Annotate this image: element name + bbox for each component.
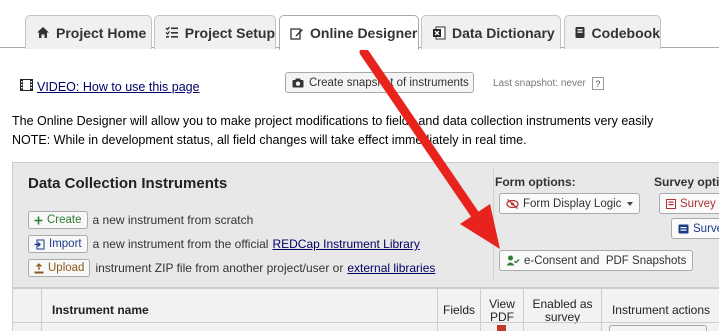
list-icon (666, 198, 676, 209)
enabled-survey-header: Enabled as survey (524, 289, 602, 331)
fields-header: Fields (438, 289, 481, 331)
survey-option-label-2: Survey (693, 222, 719, 235)
survey-settings-icon (678, 224, 689, 234)
intro-line-1: The Online Designer will allow you to ma… (12, 114, 654, 128)
upload-row: Upload instrument ZIP file from another … (28, 259, 435, 277)
econsent-button[interactable]: e-Consent and PDF Snapshots (499, 250, 694, 271)
survey-options-label: Survey opti (654, 175, 719, 189)
upload-button-label: Upload (48, 262, 85, 274)
instruments-panel: Data Collection Instruments Create a new… (12, 162, 719, 288)
panel-title: Data Collection Instruments (28, 175, 228, 192)
tab-label: Codebook (591, 24, 660, 41)
film-icon (20, 79, 33, 94)
form-display-logic-button[interactable]: Form Display Logic (499, 193, 641, 214)
intro-text: The Online Designer will allow you to ma… (12, 112, 653, 150)
survey-option-label-1: Survey (680, 197, 716, 210)
upload-instrument-button[interactable]: Upload (28, 259, 91, 277)
tab-project-setup[interactable]: Project Setup (154, 15, 276, 49)
plus-icon (34, 216, 43, 225)
upload-icon (34, 262, 44, 274)
instrument-actions-button[interactable] (609, 325, 707, 331)
tab-project-home[interactable]: Project Home (25, 15, 152, 49)
external-libraries-link[interactable]: external libraries (347, 261, 435, 275)
create-button-label: Create (47, 214, 82, 226)
chevron-down-icon (627, 201, 634, 206)
survey-option-button-2[interactable]: Survey (671, 218, 719, 239)
table-row-divider (12, 322, 719, 323)
create-text: a new instrument from scratch (92, 213, 254, 227)
excel-icon (431, 26, 447, 40)
drag-column-header (13, 289, 42, 331)
camera-icon (292, 78, 304, 88)
form-display-logic-label: Form Display Logic (523, 197, 622, 210)
import-icon (34, 239, 45, 250)
create-snapshot-label: Create snapshot of instruments (309, 76, 469, 89)
book-icon (574, 26, 587, 40)
form-options-label: Form options: (495, 175, 576, 189)
video-link[interactable]: VIDEO: How to use this page (20, 79, 200, 94)
tab-label: Project Setup (184, 24, 275, 41)
upload-text: instrument ZIP file from another project… (95, 261, 344, 275)
home-icon (35, 26, 51, 40)
help-button[interactable]: ? (591, 77, 604, 90)
tab-codebook[interactable]: Codebook (564, 15, 661, 49)
checklist-icon (164, 26, 180, 40)
import-row: Import a new instrument from the officia… (28, 235, 420, 253)
econsent-label: e-Consent and PDF Snapshots (524, 254, 687, 267)
tab-online-designer[interactable]: Online Designer (279, 15, 419, 50)
eye-slash-icon (506, 198, 519, 209)
edit-icon (289, 26, 305, 40)
import-instrument-button[interactable]: Import (28, 235, 88, 253)
intro-line-2: NOTE: While in development status, all f… (12, 133, 527, 147)
create-row: Create a new instrument from scratch (28, 211, 253, 229)
instrument-library-link[interactable]: REDCap Instrument Library (272, 237, 419, 251)
last-snapshot-text: Last snapshot: never (493, 78, 586, 89)
create-instrument-button[interactable]: Create (28, 211, 88, 229)
tab-data-dictionary[interactable]: Data Dictionary (421, 15, 561, 49)
tab-label: Online Designer (310, 25, 418, 41)
import-text: a new instrument from the official (92, 237, 269, 251)
tab-label: Data Dictionary (452, 24, 555, 41)
tab-bar: Project Home Project Setup Online Design… (0, 0, 719, 50)
import-button-label: Import (49, 238, 82, 250)
survey-option-button-1[interactable]: Survey (659, 193, 719, 214)
panel-divider (493, 169, 494, 279)
instrument-name-header: Instrument name (42, 289, 438, 331)
last-snapshot-status: Last snapshot: never ? (493, 77, 604, 90)
create-snapshot-button[interactable]: Create snapshot of instruments (285, 72, 474, 93)
video-link-text: VIDEO: How to use this page (37, 79, 200, 94)
pdf-icon[interactable] (497, 325, 506, 331)
tab-label: Project Home (56, 24, 147, 41)
user-check-icon (506, 255, 520, 266)
